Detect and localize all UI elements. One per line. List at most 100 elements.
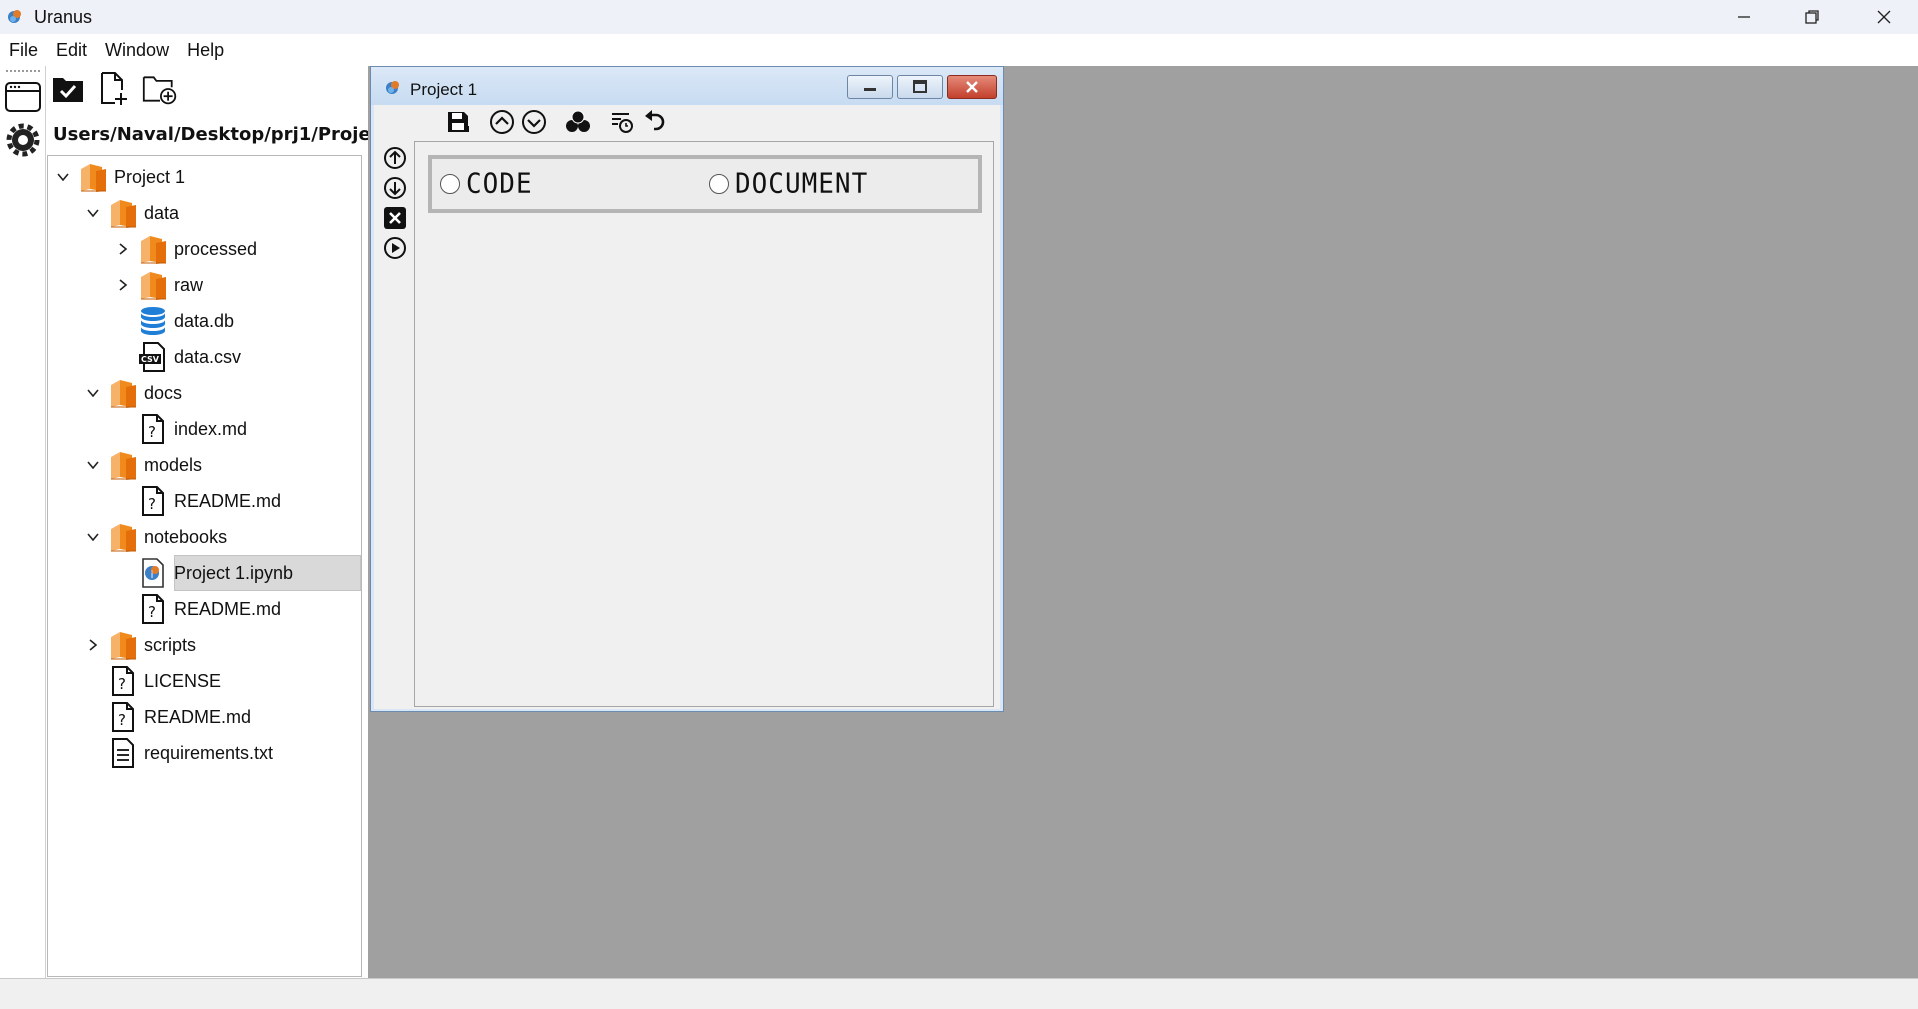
- child-maximize-button[interactable]: [897, 75, 943, 99]
- code-radio-label: CODE: [466, 168, 533, 200]
- settings-button[interactable]: [5, 122, 41, 158]
- toolbar-grip[interactable]: [6, 70, 40, 72]
- save-icon: [448, 112, 469, 132]
- svg-text:i: i: [151, 570, 154, 581]
- save-button[interactable]: [444, 108, 472, 136]
- cell-type-code-option[interactable]: CODE: [440, 168, 533, 200]
- project-path: Users/Naval/Desktop/prj1/Project 1: [53, 124, 409, 145]
- cell-up-button[interactable]: [382, 145, 408, 171]
- tree-item-label: data.csv: [174, 346, 242, 367]
- csv-file-icon: CSV: [138, 341, 168, 373]
- code-radio[interactable]: [440, 174, 460, 194]
- tree-folder-row[interactable]: notebooks: [48, 519, 361, 555]
- tree-file-row[interactable]: ? index.md: [48, 411, 361, 447]
- notebook-window-titlebar[interactable]: Project 1: [371, 67, 1003, 105]
- project-tree: Project 1 data processed raw data.db CSV data.…: [47, 155, 362, 977]
- chevron-up-circle-icon: [490, 110, 514, 134]
- folder-icon: [108, 521, 138, 553]
- chevron-down-icon[interactable]: [56, 170, 70, 184]
- database-icon: [138, 305, 168, 337]
- close-icon: [1877, 10, 1891, 24]
- tree-folder-row[interactable]: processed: [48, 231, 361, 267]
- cell-down-button[interactable]: [382, 175, 408, 201]
- tree-item-label: docs: [144, 382, 183, 403]
- folder-icon: [138, 269, 168, 301]
- chevron-right-icon[interactable]: [86, 638, 100, 652]
- chevron-right-icon[interactable]: [116, 278, 130, 292]
- window-icon: [5, 82, 41, 112]
- arrow-up-circle-icon: [384, 147, 406, 169]
- menu-file[interactable]: File: [9, 40, 38, 61]
- run-all-button[interactable]: [608, 108, 636, 136]
- folder-plus-icon: [142, 76, 177, 105]
- folder-icon: [108, 197, 138, 229]
- document-radio-label: DOCUMENT: [735, 168, 869, 200]
- undo-button[interactable]: [640, 108, 668, 136]
- menu-window[interactable]: Window: [105, 40, 169, 61]
- open-folder-button[interactable]: [50, 70, 86, 108]
- tree-file-row[interactable]: requirements.txt: [48, 735, 361, 771]
- tree-folder-row[interactable]: scripts: [48, 627, 361, 663]
- minimize-button[interactable]: [1710, 0, 1778, 34]
- close-icon: [966, 81, 978, 93]
- folder-check-icon: [53, 78, 83, 102]
- tree-item-label: README.md: [144, 706, 252, 727]
- arrow-down-circle-icon: [384, 177, 406, 199]
- tree-file-row[interactable]: data.db: [48, 303, 361, 339]
- restore-icon: [1805, 10, 1819, 24]
- app-logo-icon: [386, 81, 399, 94]
- cell-side-toolbar: [382, 145, 410, 265]
- close-button[interactable]: [1850, 0, 1918, 34]
- tree-item-label: README.md: [174, 490, 282, 511]
- child-minimize-button[interactable]: [847, 75, 893, 99]
- tree-folder-row[interactable]: raw: [48, 267, 361, 303]
- menu-edit[interactable]: Edit: [56, 40, 87, 61]
- tree-item-label: notebooks: [144, 526, 228, 547]
- tree-file-row[interactable]: ? README.md: [48, 483, 361, 519]
- child-close-button[interactable]: [947, 75, 997, 99]
- tree-file-row[interactable]: i Project 1.ipynb: [48, 555, 361, 591]
- tree-folder-row[interactable]: docs: [48, 375, 361, 411]
- tree-folder-row[interactable]: models: [48, 447, 361, 483]
- title-bar: Uranus: [0, 0, 1918, 34]
- menu-help[interactable]: Help: [187, 40, 224, 61]
- move-cell-up-button[interactable]: [488, 108, 516, 136]
- tree-item-label: LICENSE: [144, 670, 222, 691]
- tree-item-label: data.db: [174, 310, 235, 331]
- tree-item-label: index.md: [174, 418, 248, 439]
- tree-file-row[interactable]: ? README.md: [48, 591, 361, 627]
- tree-folder-row[interactable]: Project 1: [48, 159, 361, 195]
- chevron-down-icon[interactable]: [86, 458, 100, 472]
- chevron-right-icon[interactable]: [116, 242, 130, 256]
- folder-icon: [78, 161, 108, 193]
- tree-item-label: processed: [174, 238, 258, 259]
- notebook-cell[interactable]: CODE DOCUMENT: [428, 155, 982, 213]
- document-radio[interactable]: [709, 174, 729, 194]
- restore-button[interactable]: [1778, 0, 1846, 34]
- svg-text:?: ?: [148, 495, 156, 513]
- chevron-down-icon[interactable]: [86, 386, 100, 400]
- status-bar: [0, 978, 1918, 1009]
- kernel-button[interactable]: [564, 108, 592, 136]
- tree-file-row[interactable]: CSV data.csv: [48, 339, 361, 375]
- tree-folder-row[interactable]: data: [48, 195, 361, 231]
- svg-text:?: ?: [118, 675, 126, 693]
- svg-text:?: ?: [148, 423, 156, 441]
- move-cell-down-button[interactable]: [520, 108, 548, 136]
- new-folder-button[interactable]: [142, 70, 178, 108]
- tree-file-row[interactable]: ? LICENSE: [48, 663, 361, 699]
- delete-cell-button[interactable]: [382, 205, 408, 231]
- chevron-down-icon[interactable]: [86, 530, 100, 544]
- notebook-toolbar: [444, 107, 668, 137]
- cluster-icon: [566, 110, 590, 132]
- cell-type-document-option[interactable]: DOCUMENT: [709, 168, 869, 200]
- folder-icon: [138, 233, 168, 265]
- notebook-window-title: Project 1: [410, 80, 478, 99]
- run-cell-button[interactable]: [382, 235, 408, 261]
- chevron-down-icon[interactable]: [86, 206, 100, 220]
- window-view-button[interactable]: [4, 80, 42, 114]
- play-circle-icon: [384, 237, 406, 259]
- tree-file-row[interactable]: ? README.md: [48, 699, 361, 735]
- new-file-button[interactable]: [96, 70, 132, 108]
- unknown-file-icon: ?: [138, 485, 168, 517]
